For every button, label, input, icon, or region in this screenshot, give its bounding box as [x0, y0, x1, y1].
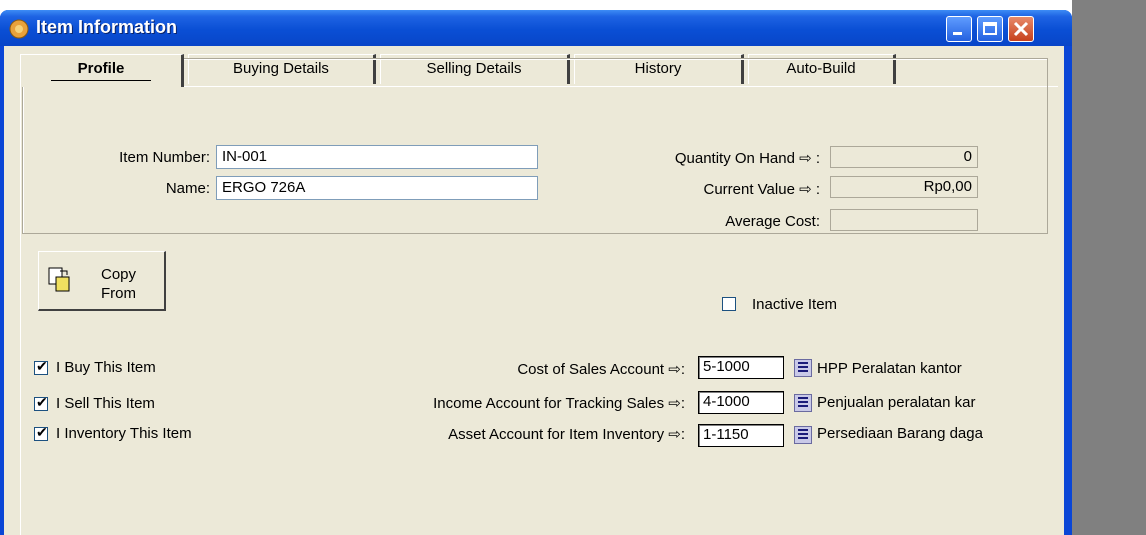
- name-field[interactable]: ERGO 726A: [216, 176, 538, 200]
- maximize-button[interactable]: [977, 16, 1003, 42]
- cost-of-sales-account-name: HPP Peralatan kantor: [817, 360, 962, 377]
- sell-item-checkbox[interactable]: [34, 394, 48, 411]
- window-title: Item Information: [36, 17, 178, 37]
- tab-profile[interactable]: Profile: [20, 54, 184, 87]
- inactive-item-label: Inactive Item: [752, 296, 838, 313]
- desktop-background: [1072, 0, 1146, 535]
- asset-account-label: Asset Account for Item Inventory ⇨:: [448, 426, 685, 443]
- asset-account-lookup-icon[interactable]: [794, 426, 812, 444]
- copy-from-button[interactable]: Copy From: [38, 251, 166, 311]
- item-information-window: Item Information Profile Buying Details …: [0, 10, 1072, 535]
- inventory-item-checkbox[interactable]: [34, 424, 48, 441]
- inactive-item-checkbox[interactable]: [722, 297, 736, 311]
- inventory-item-label: I Inventory This Item: [56, 425, 192, 442]
- minimize-icon: [953, 32, 962, 35]
- average-cost-value: [830, 209, 978, 231]
- title-bar[interactable]: Item Information: [0, 10, 1072, 46]
- app-icon: [9, 19, 29, 39]
- sell-item-label: I Sell This Item: [56, 395, 155, 412]
- cost-of-sales-account-label: Cost of Sales Account ⇨:: [517, 361, 685, 378]
- maximize-icon: [983, 22, 997, 35]
- cost-of-sales-account-field[interactable]: 5-1000: [698, 356, 784, 379]
- average-cost-label: Average Cost:: [725, 213, 820, 230]
- item-number-field[interactable]: IN-001: [216, 145, 538, 169]
- buy-item-label: I Buy This Item: [56, 359, 156, 376]
- income-account-lookup-icon[interactable]: [794, 394, 812, 412]
- income-account-label: Income Account for Tracking Sales ⇨:: [433, 395, 685, 412]
- close-button[interactable]: [1008, 16, 1034, 42]
- quantity-on-hand-label: Quantity On Hand ⇨ :: [674, 150, 820, 167]
- item-number-label: Item Number:: [119, 149, 210, 166]
- minimize-button[interactable]: [946, 16, 972, 42]
- copy-icon: [48, 267, 70, 292]
- income-account-name: Penjualan peralatan kar: [817, 394, 976, 411]
- buy-item-checkbox[interactable]: [34, 358, 48, 375]
- close-icon: [1013, 21, 1029, 37]
- copy-from-label-line1: Copy: [101, 266, 137, 283]
- current-value-value: Rp0,00: [830, 176, 978, 198]
- current-value-label: Current Value ⇨ :: [703, 181, 820, 198]
- copy-from-label-line2: From: [101, 285, 136, 302]
- income-account-field[interactable]: 4-1000: [698, 391, 784, 414]
- quantity-on-hand-value: 0: [830, 146, 978, 168]
- asset-account-name: Persediaan Barang daga: [817, 425, 983, 442]
- cost-of-sales-lookup-icon[interactable]: [794, 359, 812, 377]
- asset-account-field[interactable]: 1-1150: [698, 424, 784, 447]
- name-label: Name:: [165, 180, 210, 197]
